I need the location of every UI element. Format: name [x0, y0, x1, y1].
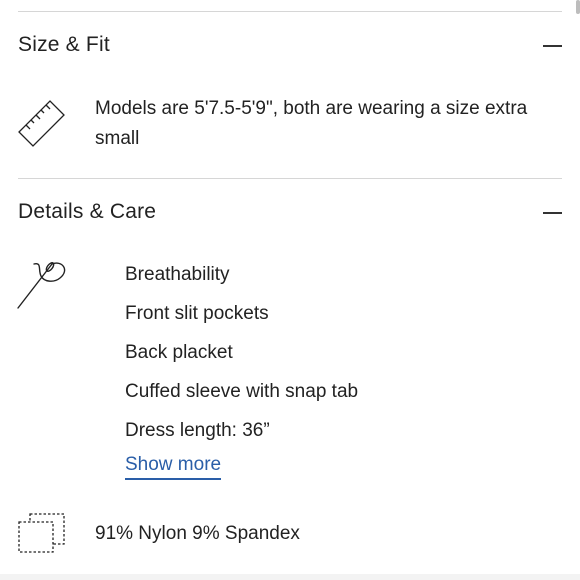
- size-fit-collapse-icon[interactable]: [543, 45, 562, 47]
- detail-item: Breathability: [125, 264, 230, 285]
- show-more-link[interactable]: Show more: [125, 454, 222, 480]
- detail-item: Back placket: [125, 342, 233, 363]
- details-care-title: Details & Care: [18, 200, 157, 223]
- detail-item: Cuffed sleeve with snap tab: [125, 381, 359, 402]
- size-fit-text: Models are 5'7.5-5'9", both are wearing …: [95, 98, 528, 149]
- material-text: 91% Nylon 9% Spandex: [95, 523, 300, 544]
- detail-item: Dress length: 36”: [125, 420, 270, 441]
- divider: [18, 178, 562, 179]
- scrollbar[interactable]: [576, 0, 580, 14]
- size-fit-title: Size & Fit: [18, 33, 110, 56]
- needle-thread-icon: [14, 256, 70, 317]
- detail-item: Front slit pockets: [125, 303, 269, 324]
- fabric-swatch-icon: [16, 512, 68, 561]
- bottom-edge: [0, 574, 580, 580]
- divider: [18, 11, 562, 12]
- ruler-icon: [16, 96, 68, 153]
- details-care-collapse-icon[interactable]: [543, 212, 562, 214]
